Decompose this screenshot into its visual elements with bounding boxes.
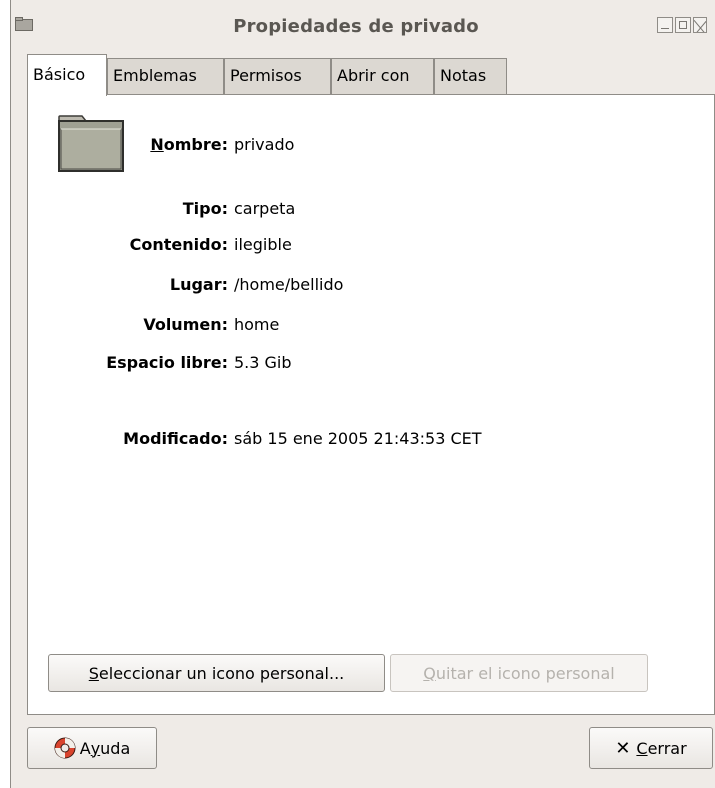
title-bar[interactable]: Propiedades de privado [11,0,715,54]
tab-emblemas[interactable]: Emblemas [107,58,224,94]
select-custom-icon-button[interactable]: Seleccionar un icono personal... [48,654,385,692]
tab-permisos[interactable]: Permisos [224,58,331,94]
name-value[interactable]: privado [234,135,294,154]
contents-value: ilegible [234,235,292,254]
modified-label: Modificado: [123,429,228,448]
properties-window: Propiedades de privado Básico Emblemas P… [10,0,715,788]
volume-value: home [234,315,280,334]
help-button[interactable]: Ay uda [27,727,157,769]
tab-notas[interactable]: Notas [434,58,507,94]
minimize-icon[interactable] [657,17,673,33]
volume-label: Volumen: [143,315,228,334]
basic-tab-panel: Nombre: privado Tipo: carpeta Contenido:… [27,95,715,715]
free-space-value: 5.3 Gib [234,353,292,372]
remove-custom-icon-button[interactable]: Quitar el icono personal [390,654,648,692]
modified-value: sáb 15 ene 2005 21:43:53 CET [234,429,482,448]
tab-basico[interactable]: Básico [27,54,107,96]
close-button[interactable]: ✕ Cerrar [589,727,713,769]
x-icon: ✕ [615,737,631,759]
tab-abrir-con[interactable]: Abrir con [331,58,434,94]
close-icon[interactable] [693,17,707,33]
type-value: carpeta [234,199,296,218]
location-label: Lugar: [169,275,228,294]
lifebuoy-icon [54,737,76,759]
maximize-icon[interactable] [675,17,691,33]
name-label: Nombre: [150,135,228,154]
contents-label: Contenido: [129,235,228,254]
location-value: /home/bellido [234,275,344,294]
window-title: Propiedades de privado [233,16,479,37]
free-space-label: Espacio libre: [106,353,228,372]
type-label: Tipo: [182,199,228,218]
